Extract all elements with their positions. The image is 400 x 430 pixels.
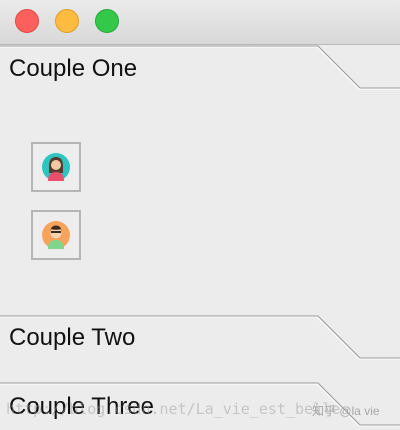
- tab-couple-one-label[interactable]: Couple One: [9, 55, 137, 83]
- male-avatar-button[interactable]: [31, 210, 81, 260]
- site-watermark: 知乎 @la vie: [312, 404, 380, 418]
- close-window-button[interactable]: [15, 9, 39, 33]
- minimize-window-button[interactable]: [55, 9, 79, 33]
- female-avatar-button[interactable]: [31, 142, 81, 192]
- window-title-bar: [0, 0, 400, 45]
- male-avatar-icon: [42, 221, 70, 249]
- female-avatar-icon: [42, 153, 70, 181]
- tab-couple-two-label[interactable]: Couple Two: [9, 324, 135, 352]
- maximize-window-button[interactable]: [95, 9, 119, 33]
